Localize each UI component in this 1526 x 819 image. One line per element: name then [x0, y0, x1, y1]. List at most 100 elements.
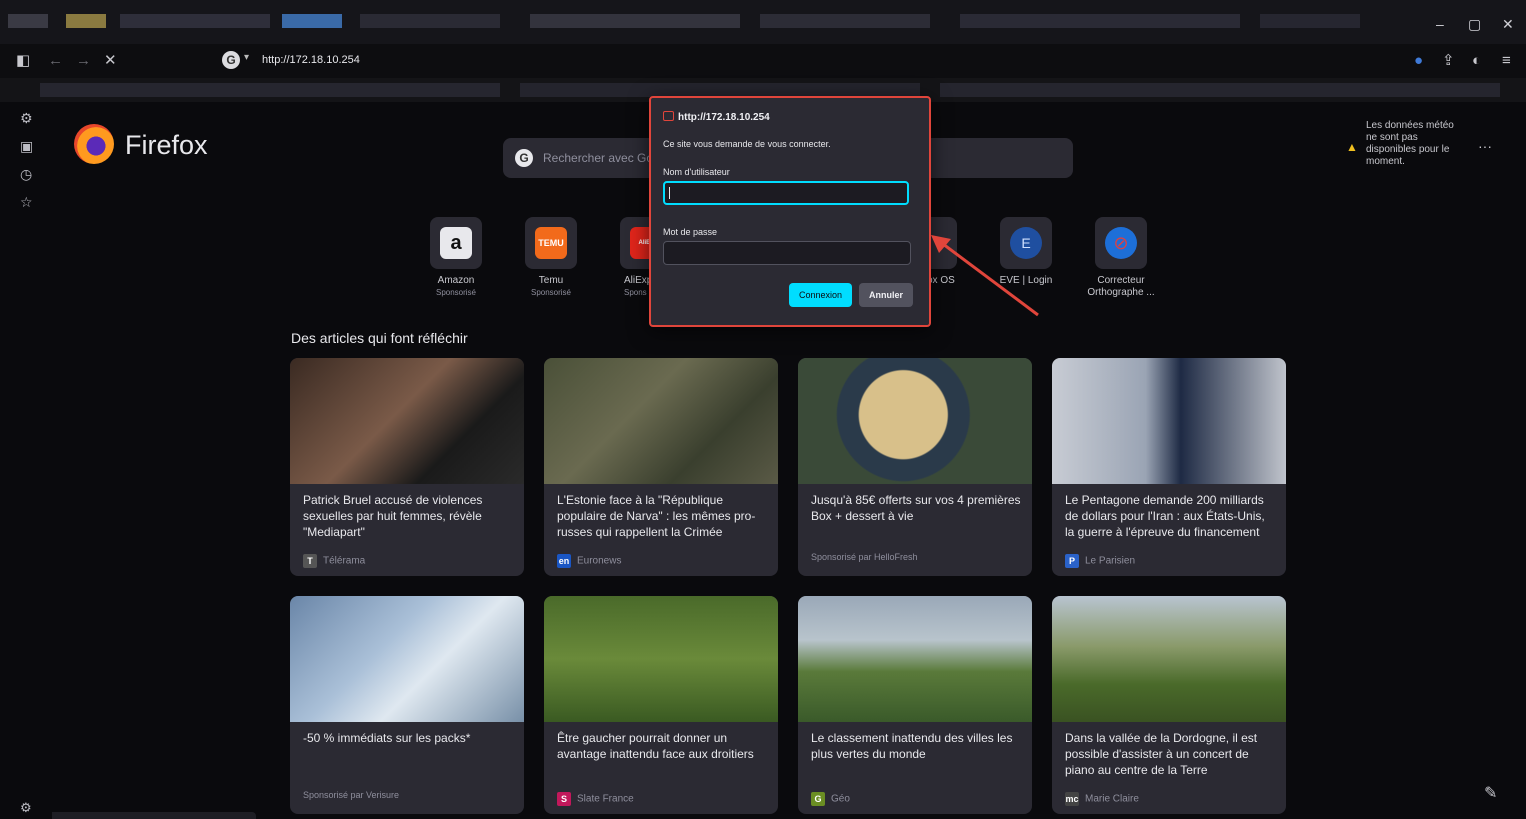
article-title: Le classement inattendu des villes les p…: [811, 731, 1013, 761]
forward-icon[interactable]: →: [76, 52, 91, 70]
article-card[interactable]: Le classement inattendu des villes les p…: [798, 596, 1032, 814]
article-card[interactable]: Jusqu'à 85€ offerts sur vos 4 premières …: [798, 358, 1032, 576]
article-source: G Géo: [811, 792, 850, 806]
username-field[interactable]: [663, 181, 909, 205]
source-name: Géo: [831, 793, 850, 805]
slate-icon: S: [557, 792, 571, 806]
synced-tabs-icon[interactable]: ▣: [20, 138, 33, 155]
warning-icon: ▲: [1346, 140, 1358, 154]
edit-pencil-icon[interactable]: ✎: [1484, 783, 1497, 803]
article-card[interactable]: Le Pentagone demande 200 milliards de do…: [1052, 358, 1286, 576]
article-source: P Le Parisien: [1065, 554, 1135, 568]
dialog-host-text: http://172.18.10.254: [678, 112, 770, 123]
url-bar[interactable]: G ▾ http://172.18.10.254: [220, 50, 540, 72]
navigation-toolbar: ◧ ← → ✕ G ▾ http://172.18.10.254 ● ⇪ ◐ ≡: [0, 44, 1526, 78]
source-name: Slate France: [577, 793, 634, 805]
tab-strip-blur: [360, 14, 500, 28]
shortcut-icon-box: ⊘: [1095, 217, 1147, 269]
status-bar: [52, 812, 256, 819]
shortcut-tile-temu[interactable]: TEMU Temu Sponsorisé: [506, 217, 596, 297]
article-card[interactable]: L'Estonie face à la "République populair…: [544, 358, 778, 576]
article-image: [798, 358, 1032, 484]
article-source: mc Marie Claire: [1065, 792, 1139, 806]
shortcut-icon-box: TEMU: [525, 217, 577, 269]
temu-icon: TEMU: [535, 227, 567, 259]
shortcut-icon-box: AliEx: [620, 217, 650, 269]
article-card[interactable]: -50 % immédiats sur les packs* Sponsoris…: [290, 596, 524, 814]
le-parisien-icon: P: [1065, 554, 1079, 568]
more-options-icon[interactable]: ···: [1478, 138, 1492, 154]
article-source: T Télérama: [303, 554, 365, 568]
ai-chat-icon[interactable]: ⚙: [20, 110, 33, 127]
menu-icon[interactable]: ≡: [1502, 52, 1511, 70]
back-icon[interactable]: ←: [48, 52, 63, 70]
arrow-head: [931, 235, 951, 253]
correcteur-icon: ⊘: [1105, 227, 1137, 259]
shortcut-sponsored: Sponsorisé: [435, 288, 477, 297]
password-field[interactable]: [663, 241, 911, 265]
euronews-icon: en: [557, 554, 571, 568]
source-name: Euronews: [577, 555, 622, 567]
article-title: Patrick Bruel accusé de violences sexuel…: [303, 493, 483, 539]
tab-strip-blur: [8, 14, 48, 28]
dialog-host: http://172.18.10.254: [663, 110, 770, 123]
username-label: Nom d'utilisateur: [663, 167, 730, 177]
article-title: Dans la vallée de la Dordogne, il est po…: [1065, 731, 1258, 777]
google-icon: G: [515, 149, 533, 167]
close-window-button[interactable]: ✕: [1502, 16, 1514, 33]
article-image: [544, 596, 778, 722]
amazon-icon: a: [440, 227, 472, 259]
article-title: Jusqu'à 85€ offerts sur vos 4 premières …: [811, 493, 1021, 523]
shortcut-tile-aliexpress[interactable]: AliEx AliExp Spons: [600, 217, 650, 297]
weather-message: Les données météo ne sont pas disponible…: [1366, 120, 1454, 167]
articles-heading: Des articles qui font réfléchir: [291, 330, 468, 346]
tab-strip-blur: [66, 14, 106, 28]
shortcut-label: Correcteur Orthographe ...: [1087, 275, 1155, 298]
shortcut-label: AliExp: [624, 275, 650, 286]
login-button[interactable]: Connexion: [789, 283, 852, 307]
customize-sidebar-icon[interactable]: ⚙: [20, 800, 32, 816]
shortcut-label: Temu: [538, 275, 564, 286]
article-title: -50 % immédiats sur les packs*: [303, 731, 471, 745]
article-image: [798, 596, 1032, 722]
article-title: L'Estonie face à la "République populair…: [557, 493, 756, 539]
shortcut-tile-correcteur[interactable]: ⊘ Correcteur Orthographe ...: [1076, 217, 1166, 299]
bookmarks-blur: [940, 83, 1500, 97]
stop-loading-icon[interactable]: ✕: [104, 52, 117, 70]
tab-strip-blur: [760, 14, 930, 28]
tab-strip-blur: [530, 14, 740, 28]
tab-strip-blur: [960, 14, 1240, 28]
sponsored-label: Sponsorisé par Verisure: [303, 790, 400, 800]
article-image: [290, 596, 524, 722]
cancel-button[interactable]: Annuler: [859, 283, 913, 307]
share-icon[interactable]: ⇪: [1442, 52, 1455, 70]
dialog-message: Ce site vous demande de vous connecter.: [663, 139, 831, 149]
firefox-wordmark: Firefox: [125, 130, 208, 160]
article-title: Être gaucher pourrait donner un avantage…: [557, 731, 754, 761]
url-text[interactable]: http://172.18.10.254: [262, 54, 360, 66]
google-engine-icon[interactable]: G: [222, 51, 240, 69]
telerama-icon: T: [303, 554, 317, 568]
aliexpress-icon: AliEx: [630, 227, 650, 259]
firefox-logo: [74, 124, 114, 164]
article-source: en Euronews: [557, 554, 621, 568]
lock-icon: [663, 111, 674, 121]
password-label: Mot de passe: [663, 227, 718, 237]
sidebar-toggle-icon[interactable]: ◧: [16, 52, 30, 70]
tab-strip-blur: [282, 14, 342, 28]
sidebar: ⚙ ▣ ◷ ☆: [0, 102, 52, 819]
article-source: S Slate France: [557, 792, 634, 806]
article-card[interactable]: Être gaucher pourrait donner un avantage…: [544, 596, 778, 814]
minimize-button[interactable]: –: [1436, 16, 1444, 32]
bookmarks-star-icon[interactable]: ☆: [20, 194, 33, 211]
extension-icon[interactable]: ●: [1414, 52, 1423, 70]
article-title: Le Pentagone demande 200 milliards de do…: [1065, 493, 1265, 539]
article-card[interactable]: Dans la vallée de la Dordogne, il est po…: [1052, 596, 1286, 814]
maximize-button[interactable]: ▢: [1468, 16, 1481, 33]
article-card[interactable]: Patrick Bruel accusé de violences sexuel…: [290, 358, 524, 576]
arrow-shaft: [938, 239, 1039, 317]
chevron-down-icon[interactable]: ▾: [244, 52, 249, 63]
vpn-icon[interactable]: ◐: [1472, 52, 1481, 70]
shortcut-tile-amazon[interactable]: a Amazon Sponsorisé: [411, 217, 501, 297]
history-icon[interactable]: ◷: [20, 166, 32, 183]
